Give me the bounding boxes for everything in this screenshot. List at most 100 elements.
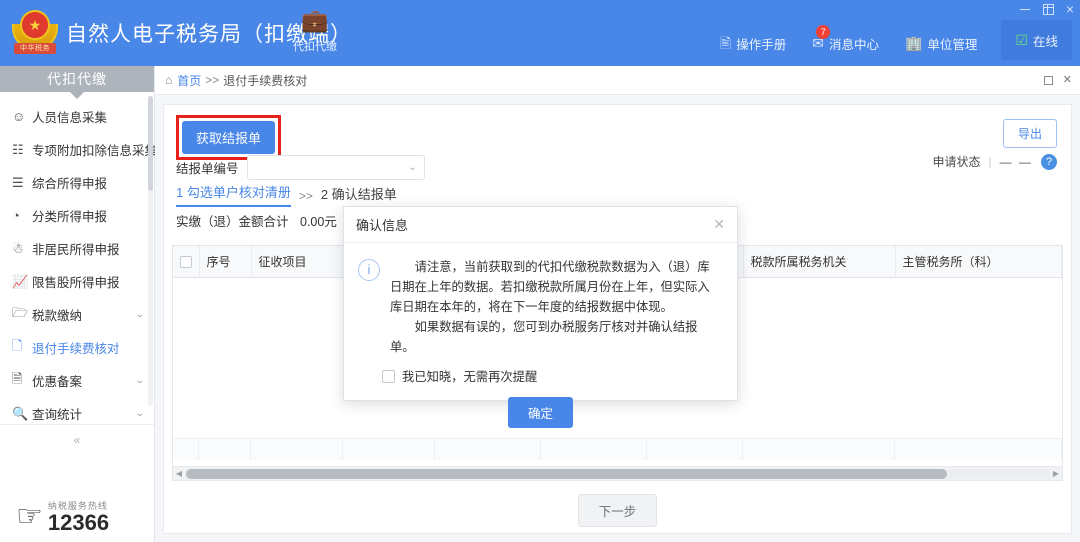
- amount-summary-value: 0.00元: [300, 215, 337, 229]
- chart-icon: 📈: [12, 274, 32, 290]
- select-all-cell[interactable]: [173, 246, 199, 277]
- user-icon: ☃: [12, 241, 32, 257]
- module-nav-label: 代扣代缴: [280, 38, 350, 54]
- header-action-online-status[interactable]: ☑ 在线: [1001, 20, 1072, 60]
- step-tab-select-checklist[interactable]: 1 勾选单户核对清册: [176, 182, 291, 207]
- table-col-征收项目: 征收项目: [251, 246, 343, 277]
- header-action-manual[interactable]: 🖹 操作手册: [716, 28, 790, 59]
- checkbox-icon[interactable]: [180, 256, 192, 268]
- amount-summary-label: 实缴（退）金额合计: [176, 215, 289, 229]
- message-count-badge: 7: [816, 25, 830, 39]
- file-icon: 🗎: [12, 370, 32, 392]
- sidebar-item-label: 限售股所得申报: [32, 272, 144, 291]
- statement-number-field: 结报单编号 ⌄: [176, 155, 425, 180]
- sidebar-scroll-thumb[interactable]: [148, 96, 153, 191]
- sidebar-item-label: 专项附加扣除信息采集: [32, 140, 157, 159]
- service-hotline: ☞ 纳税服务热线 12366: [16, 499, 109, 534]
- table-col-主管税务所: 主管税务所（科）: [895, 246, 1062, 277]
- chevron-down-icon: ⌄: [408, 162, 416, 173]
- scroll-track[interactable]: [185, 469, 1050, 479]
- step-separator: >>: [299, 189, 313, 207]
- panel-controls: ✕: [1044, 73, 1072, 86]
- hotline-number: 12366: [48, 512, 109, 534]
- restore-icon[interactable]: [1043, 4, 1054, 15]
- dialog-paragraph-1: 请注意，当前获取到的代扣代缴税款数据为入（退）库日期在上年的数据。若扣缴税款所属…: [390, 257, 721, 317]
- scroll-left-arrow-icon[interactable]: ◀: [173, 469, 185, 478]
- scroll-thumb[interactable]: [186, 469, 947, 479]
- dialog-title: 确认信息: [356, 215, 713, 234]
- checkbox-icon[interactable]: [382, 370, 395, 383]
- sidebar-collapse-button[interactable]: «: [0, 424, 154, 454]
- next-step-button[interactable]: 下一步: [578, 494, 658, 527]
- question-icon[interactable]: ?: [1041, 154, 1057, 170]
- application-status-value: — —: [1000, 155, 1033, 169]
- tax-emblem-logo: ★ 中华税务: [12, 8, 58, 58]
- pie-icon: ◔: [12, 208, 32, 223]
- person-icon: ☺: [12, 109, 32, 124]
- close-icon[interactable]: ✕: [713, 216, 725, 233]
- wallet-icon: 💼: [280, 6, 350, 36]
- close-icon[interactable]: ×: [1066, 2, 1074, 16]
- sidebar-item-refund-fee-check[interactable]: 🗋 退付手续费核对: [0, 331, 154, 364]
- breadcrumb-home-link[interactable]: 首页: [177, 72, 201, 89]
- sidebar-item-label: 查询统计: [32, 404, 136, 423]
- application-window: × ★ 中华税务 自然人电子税务局（扣缴端） 💼 代扣代缴 🖹 操作手册 ✉ 7…: [0, 0, 1080, 542]
- sidebar-item-label: 税款缴纳: [32, 305, 136, 324]
- sidebar-item-label: 优惠备案: [32, 371, 136, 390]
- get-statement-button[interactable]: 获取结报单: [182, 121, 275, 154]
- chevron-down-icon: ⌄: [135, 375, 145, 386]
- sidebar-item-preferential-record[interactable]: 🗎 优惠备案 ⌄: [0, 364, 154, 397]
- sidebar-item-label: 综合所得申报: [32, 173, 144, 192]
- sidebar-item-nonresident-income[interactable]: ☃ 非居民所得申报: [0, 232, 154, 265]
- sidebar-item-tax-payment[interactable]: 🗁 税款缴纳 ⌄: [0, 298, 154, 331]
- app-header: × ★ 中华税务 自然人电子税务局（扣缴端） 💼 代扣代缴 🖹 操作手册 ✉ 7…: [0, 0, 1080, 66]
- toolbar: 获取结报单 导出 结报单编号 ⌄ 申请状态 | — — ?: [164, 105, 1071, 181]
- breadcrumb-separator: >>: [205, 73, 219, 87]
- sidebar-scrollbar[interactable]: [148, 96, 153, 406]
- dialog-paragraph-2: 如果数据有误的，您可到办税服务厅核对并确认结报单。: [390, 317, 721, 357]
- folder-icon: 🗁: [12, 304, 32, 326]
- sidebar-item-label: 分类所得申报: [32, 206, 144, 225]
- panel-maximize-icon[interactable]: [1044, 76, 1053, 85]
- search-doc-icon: 🔍: [12, 406, 32, 422]
- application-status: 申请状态 | — — ?: [933, 153, 1057, 170]
- dialog-confirm-button[interactable]: 确定: [508, 397, 573, 428]
- dialog-header: 确认信息 ✕: [344, 207, 737, 243]
- sidebar-item-comprehensive-income[interactable]: ☰ 综合所得申报: [0, 166, 154, 199]
- header-action-messages-label: 消息中心: [829, 34, 879, 53]
- table-footer-row: [173, 438, 1062, 460]
- layers-icon: ☰: [12, 175, 32, 191]
- sidebar-item-special-deduction[interactable]: ☷ 专项附加扣除信息采集: [0, 133, 154, 166]
- dialog-dont-remind-checkbox[interactable]: 我已知晓，无需再次提醒: [382, 367, 737, 385]
- sidebar-item-restricted-shares[interactable]: 📈 限售股所得申报: [0, 265, 154, 298]
- statement-number-label: 结报单编号: [176, 158, 239, 177]
- header-action-manual-label: 操作手册: [736, 34, 786, 53]
- sidebar-item-classified-income[interactable]: ◔ 分类所得申报: [0, 199, 154, 232]
- dialog-checkbox-label: 我已知晓，无需再次提醒: [402, 367, 537, 385]
- sidebar-item-label: 人员信息采集: [32, 107, 144, 126]
- building-icon: 🏢: [905, 36, 922, 50]
- list-icon: ☷: [12, 142, 32, 158]
- window-controls: ×: [1019, 2, 1074, 16]
- horizontal-scrollbar[interactable]: ◀ ▶: [173, 466, 1062, 480]
- footer-actions: 下一步: [164, 494, 1071, 527]
- home-icon[interactable]: ⌂: [165, 73, 172, 87]
- minimize-icon[interactable]: [1019, 3, 1031, 15]
- sidebar-item-personnel-collection[interactable]: ☺ 人员信息采集: [0, 100, 154, 133]
- module-nav-withholding[interactable]: 💼 代扣代缴: [280, 6, 350, 54]
- header-action-unit-management[interactable]: 🏢 单位管理: [901, 28, 981, 59]
- export-button[interactable]: 导出: [1003, 119, 1057, 148]
- table-col-序号: 序号: [199, 246, 251, 277]
- panel-close-icon[interactable]: ✕: [1063, 73, 1072, 86]
- online-icon: ☑: [1015, 33, 1028, 47]
- sidebar-title: 代扣代缴: [0, 66, 154, 92]
- emblem-band-label: 中华税务: [14, 43, 56, 54]
- step-tab-confirm-statement[interactable]: 2 确认结报单: [321, 184, 397, 207]
- manual-icon: 🖹: [720, 36, 731, 50]
- sidebar-menu: ☺ 人员信息采集 ☷ 专项附加扣除信息采集 ☰ 综合所得申报 ◔ 分类所得申报 …: [0, 92, 154, 430]
- sidebar-item-label: 退付手续费核对: [32, 338, 144, 357]
- dialog-body: i 请注意，当前获取到的代扣代缴税款数据为入（退）库日期在上年的数据。若扣缴税款…: [344, 243, 737, 357]
- header-action-messages[interactable]: ✉ 7 消息中心: [808, 28, 883, 59]
- scroll-right-arrow-icon[interactable]: ▶: [1050, 469, 1062, 478]
- statement-number-select[interactable]: ⌄: [247, 155, 425, 180]
